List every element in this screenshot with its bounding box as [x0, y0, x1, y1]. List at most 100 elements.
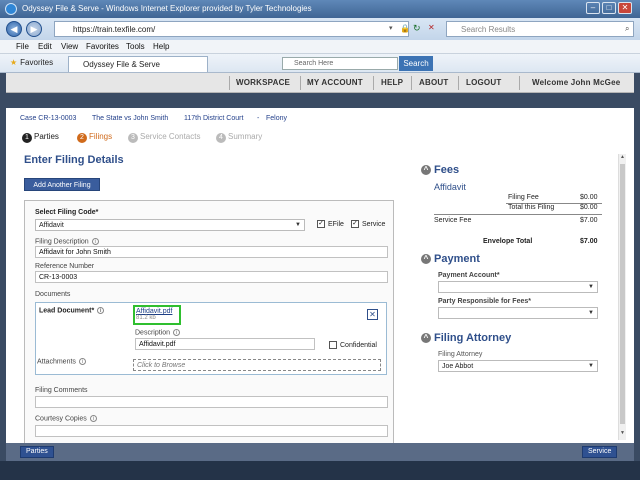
minimize-icon[interactable]: – — [586, 2, 600, 14]
case-dash: - — [257, 115, 260, 122]
lead-document-label-text: Lead Document* — [39, 307, 95, 315]
step-filings[interactable]: 2 Filings — [77, 132, 112, 143]
attachments-label-text: Attachments — [37, 358, 76, 366]
reference-number-input[interactable]: CR-13-0003 — [35, 271, 388, 283]
remove-file-icon[interactable]: ✕ — [367, 309, 378, 320]
chevron-down-icon: ▼ — [588, 310, 594, 316]
content-scrollbar[interactable]: ▲ ▼ — [618, 154, 626, 440]
address-toolbar: ◀ ▶ https://train.texfile.com/ ▾ 🔒 ↻ ✕ S… — [0, 18, 640, 40]
info-icon[interactable]: i — [173, 329, 181, 336]
nav-my-account[interactable]: MY ACCOUNT — [307, 78, 363, 87]
courtesy-copies-input[interactable] — [35, 425, 388, 437]
menu-tools[interactable]: Tools — [126, 42, 145, 51]
menu-edit[interactable]: Edit — [38, 42, 52, 51]
info-icon[interactable]: i — [89, 415, 97, 422]
scroll-down-icon[interactable]: ▼ — [619, 430, 626, 438]
file-size: 81.2 kb — [136, 315, 156, 321]
browser-tab[interactable]: Odyssey File & Serve — [68, 56, 208, 72]
close-icon[interactable]: ✕ — [618, 2, 632, 14]
filing-description-label: Filing Description i — [35, 238, 99, 245]
info-icon[interactable]: i — [97, 307, 105, 314]
payment-heading[interactable]: ^ Payment — [421, 253, 480, 265]
filing-description-input[interactable]: Affidavit for John Smith — [35, 246, 388, 258]
case-court[interactable]: 117th District Court — [184, 115, 243, 122]
back-parties-button[interactable]: Parties — [20, 446, 54, 458]
filing-attorney-heading-text: Filing Attorney — [434, 332, 512, 344]
site-nav: WORKSPACE MY ACCOUNT HELP ABOUT LOGOUT W… — [6, 73, 634, 93]
collapse-icon[interactable]: ^ — [421, 333, 431, 344]
address-input[interactable]: https://train.texfile.com/ — [54, 21, 409, 37]
browser-search-input[interactable]: Search Results — [446, 21, 634, 37]
scroll-thumb[interactable] — [620, 164, 625, 424]
nav-divider — [458, 76, 459, 90]
lead-document-label: Lead Document* i — [39, 307, 105, 315]
site-search-button[interactable]: Search — [399, 56, 433, 71]
wizard-footer: Parties Service — [6, 443, 634, 461]
forward-icon[interactable]: ▶ — [26, 21, 42, 37]
case-type[interactable]: Felony — [266, 115, 287, 122]
add-another-filing-button[interactable]: Add Another Filing — [24, 178, 100, 191]
collapse-icon[interactable]: ^ — [421, 254, 431, 265]
nav-about[interactable]: ABOUT — [419, 78, 448, 87]
back-icon[interactable]: ◀ — [6, 21, 22, 37]
case-title[interactable]: The State vs John Smith — [92, 115, 168, 122]
step-number: 4 — [216, 133, 226, 143]
envelope-total-label: Envelope Total — [483, 238, 533, 245]
browse-dropzone[interactable]: Click to Browse — [133, 359, 381, 371]
filing-fee-label: Filing Fee — [508, 194, 539, 201]
filing-attorney-heading[interactable]: ^ Filing Attorney — [421, 332, 511, 344]
documents-label: Documents — [35, 291, 71, 298]
search-icon[interactable]: ⌕ — [625, 24, 629, 34]
menu-view[interactable]: View — [61, 42, 78, 51]
scroll-up-icon[interactable]: ▲ — [619, 154, 626, 162]
service-checkbox[interactable]: ✓ — [351, 220, 359, 228]
nav-workspace[interactable]: WORKSPACE — [236, 78, 290, 87]
menu-file[interactable]: File — [16, 42, 29, 51]
doc-description-label-text: Description — [135, 329, 171, 337]
fees-heading[interactable]: ^ Fees — [421, 164, 459, 176]
filing-fee-value: $0.00 — [580, 194, 598, 201]
info-icon[interactable]: i — [91, 238, 99, 245]
lock-icon[interactable]: 🔒 — [400, 24, 410, 33]
efile-checkbox[interactable]: ✓ — [317, 220, 325, 228]
step-summary[interactable]: 4 Summary — [216, 132, 262, 143]
filing-attorney-select[interactable]: Joe Abbot ▼ — [438, 360, 598, 372]
confidential-checkbox[interactable] — [329, 341, 337, 349]
file-name-link[interactable]: Affidavit.pdf — [135, 307, 179, 315]
payment-account-label: Payment Account* — [438, 272, 500, 279]
step-service-contacts[interactable]: 3 Service Contacts — [128, 132, 200, 143]
doc-description-input[interactable]: Affidavit.pdf — [135, 338, 315, 350]
site-search-input[interactable]: Search Here — [282, 57, 398, 70]
refresh-icon[interactable]: ↻ — [413, 23, 421, 34]
case-number[interactable]: Case CR-13-0003 — [20, 115, 76, 122]
menu-help[interactable]: Help — [153, 42, 169, 51]
stop-icon[interactable]: ✕ — [428, 23, 435, 32]
fees-divider — [434, 214, 602, 215]
collapse-icon[interactable]: ^ — [421, 165, 431, 176]
payment-account-select[interactable]: ▼ — [438, 281, 598, 293]
info-icon[interactable]: i — [78, 358, 86, 365]
filing-form: Select Filing Code* Affidavit ▼ ✓ EFile ✓… — [24, 200, 394, 445]
maximize-icon[interactable]: □ — [602, 2, 616, 14]
filing-code-select[interactable]: Affidavit ▼ — [35, 219, 305, 231]
next-service-button[interactable]: Service — [582, 446, 618, 458]
party-responsible-select[interactable]: ▼ — [438, 307, 598, 319]
favorites-button[interactable]: ★ Favorites — [10, 58, 53, 67]
uploaded-file[interactable]: Affidavit.pdf 81.2 kb — [133, 305, 181, 325]
menu-favorites[interactable]: Favorites — [86, 42, 119, 51]
step-label: Service Contacts — [140, 132, 201, 141]
step-parties[interactable]: 1 Parties — [22, 132, 59, 143]
filing-comments-input[interactable] — [35, 396, 388, 408]
menu-bar: File Edit View Favorites Tools Help — [0, 40, 640, 54]
browser-search-placeholder: Search Results — [461, 25, 516, 34]
nav-logout[interactable]: LOGOUT — [466, 78, 501, 87]
step-label: Filings — [89, 132, 113, 141]
nav-help[interactable]: HELP — [381, 78, 403, 87]
browser-tab-label: Odyssey File & Serve — [83, 60, 160, 69]
step-number: 2 — [77, 133, 87, 143]
header-band — [6, 93, 634, 108]
window-titlebar: Odyssey File & Serve - Windows Internet … — [0, 0, 640, 18]
chevron-down-icon: ▼ — [588, 363, 594, 369]
dropdown-icon[interactable]: ▾ — [389, 24, 393, 32]
fee-item: Affidavit — [434, 182, 466, 192]
